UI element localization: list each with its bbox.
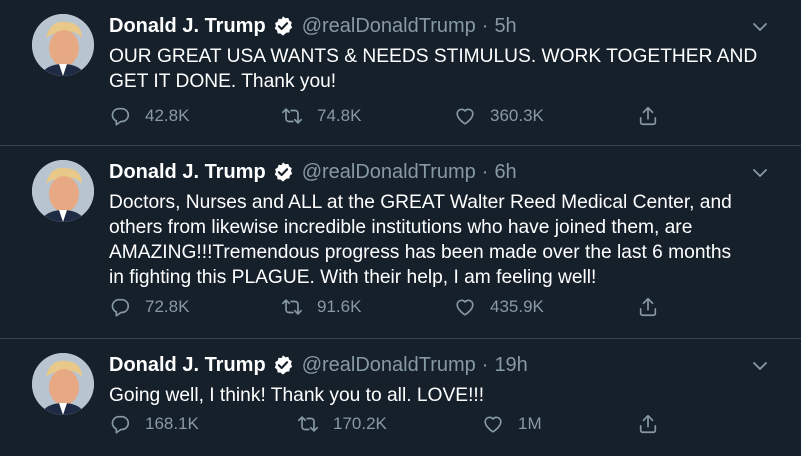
avatar[interactable] [32,160,94,222]
reply-button[interactable]: 168.1K [109,413,199,435]
author-name[interactable]: Donald J. Trump [109,354,266,377]
reply-count: 42.8K [145,106,190,125]
share-button[interactable] [637,296,673,318]
tweet-header: Donald J. Trump @realDonaldTrump · 6h [109,159,517,185]
tweet[interactable]: Donald J. Trump @realDonaldTrump · 6h Do… [0,146,801,339]
tweet[interactable]: Donald J. Trump @realDonaldTrump · 19h G… [0,339,801,456]
share-icon [639,297,657,317]
separator: · [481,353,489,376]
author-handle[interactable]: @realDonaldTrump [302,161,476,184]
retweet-button[interactable]: 170.2K [297,413,387,435]
author-handle[interactable]: @realDonaldTrump [302,15,476,38]
avatar[interactable] [32,353,94,415]
like-button[interactable]: 360.3K [454,105,544,127]
tweet-text: Doctors, Nurses and ALL at the GREAT Wal… [109,192,732,288]
like-icon [484,416,502,433]
reply-icon [111,107,130,126]
retweet-count: 91.6K [317,297,362,316]
reply-button[interactable]: 72.8K [109,296,189,318]
timestamp[interactable]: 5h [494,15,516,38]
separator: · [481,14,489,37]
like-icon [456,299,474,316]
share-button[interactable] [637,413,673,435]
reply-icon [111,415,130,434]
reply-count: 168.1K [145,414,199,433]
retweet-count: 170.2K [333,414,387,433]
tweet-actions: 42.8K 74.8K 360.3K [109,105,669,133]
timestamp[interactable]: 19h [494,354,527,377]
tweet-header: Donald J. Trump @realDonaldTrump · 5h [109,13,517,39]
tweet[interactable]: Donald J. Trump @realDonaldTrump · 5h OU… [0,0,801,146]
verified-badge-icon [274,162,292,182]
chevron-down-icon[interactable] [751,164,769,182]
author-name[interactable]: Donald J. Trump [109,161,266,184]
verified-badge-icon [274,16,292,36]
retweet-icon [282,108,302,124]
profile-photo-icon [32,160,94,222]
tweet-text: OUR GREAT USA WANTS & NEEDS STIMULUS. WO… [109,46,758,92]
reply-icon [111,298,130,317]
chevron-down-icon[interactable] [751,18,769,36]
verified-badge-icon [274,355,292,375]
profile-photo-icon [32,353,94,415]
reply-button[interactable]: 42.8K [109,105,189,127]
tweet-feed: Donald J. Trump @realDonaldTrump · 5h OU… [0,0,801,456]
retweet-button[interactable]: 74.8K [281,105,361,127]
avatar[interactable] [32,14,94,76]
timestamp[interactable]: 6h [494,161,516,184]
retweet-count: 74.8K [317,106,362,125]
like-count: 360.3K [490,106,544,125]
reply-count: 72.8K [145,297,190,316]
author-handle[interactable]: @realDonaldTrump [302,354,476,377]
tweet-actions: 72.8K 91.6K 435.9K [109,296,669,324]
tweet-actions: 168.1K 170.2K 1M [109,413,669,441]
separator: · [481,160,489,183]
chevron-down-icon[interactable] [751,357,769,375]
like-count: 435.9K [490,297,544,316]
like-button[interactable]: 435.9K [454,296,544,318]
like-button[interactable]: 1M [482,413,542,435]
tweet-text: Going well, I think! Thank you to all. L… [109,385,485,406]
retweet-button[interactable]: 91.6K [281,296,361,318]
share-icon [639,414,657,434]
like-count: 1M [518,414,542,433]
profile-photo-icon [32,14,94,76]
share-icon [639,106,657,126]
author-name[interactable]: Donald J. Trump [109,15,266,38]
tweet-header: Donald J. Trump @realDonaldTrump · 19h [109,352,528,378]
share-button[interactable] [637,105,673,127]
like-icon [456,108,474,125]
retweet-icon [282,299,302,315]
retweet-icon [298,416,318,432]
